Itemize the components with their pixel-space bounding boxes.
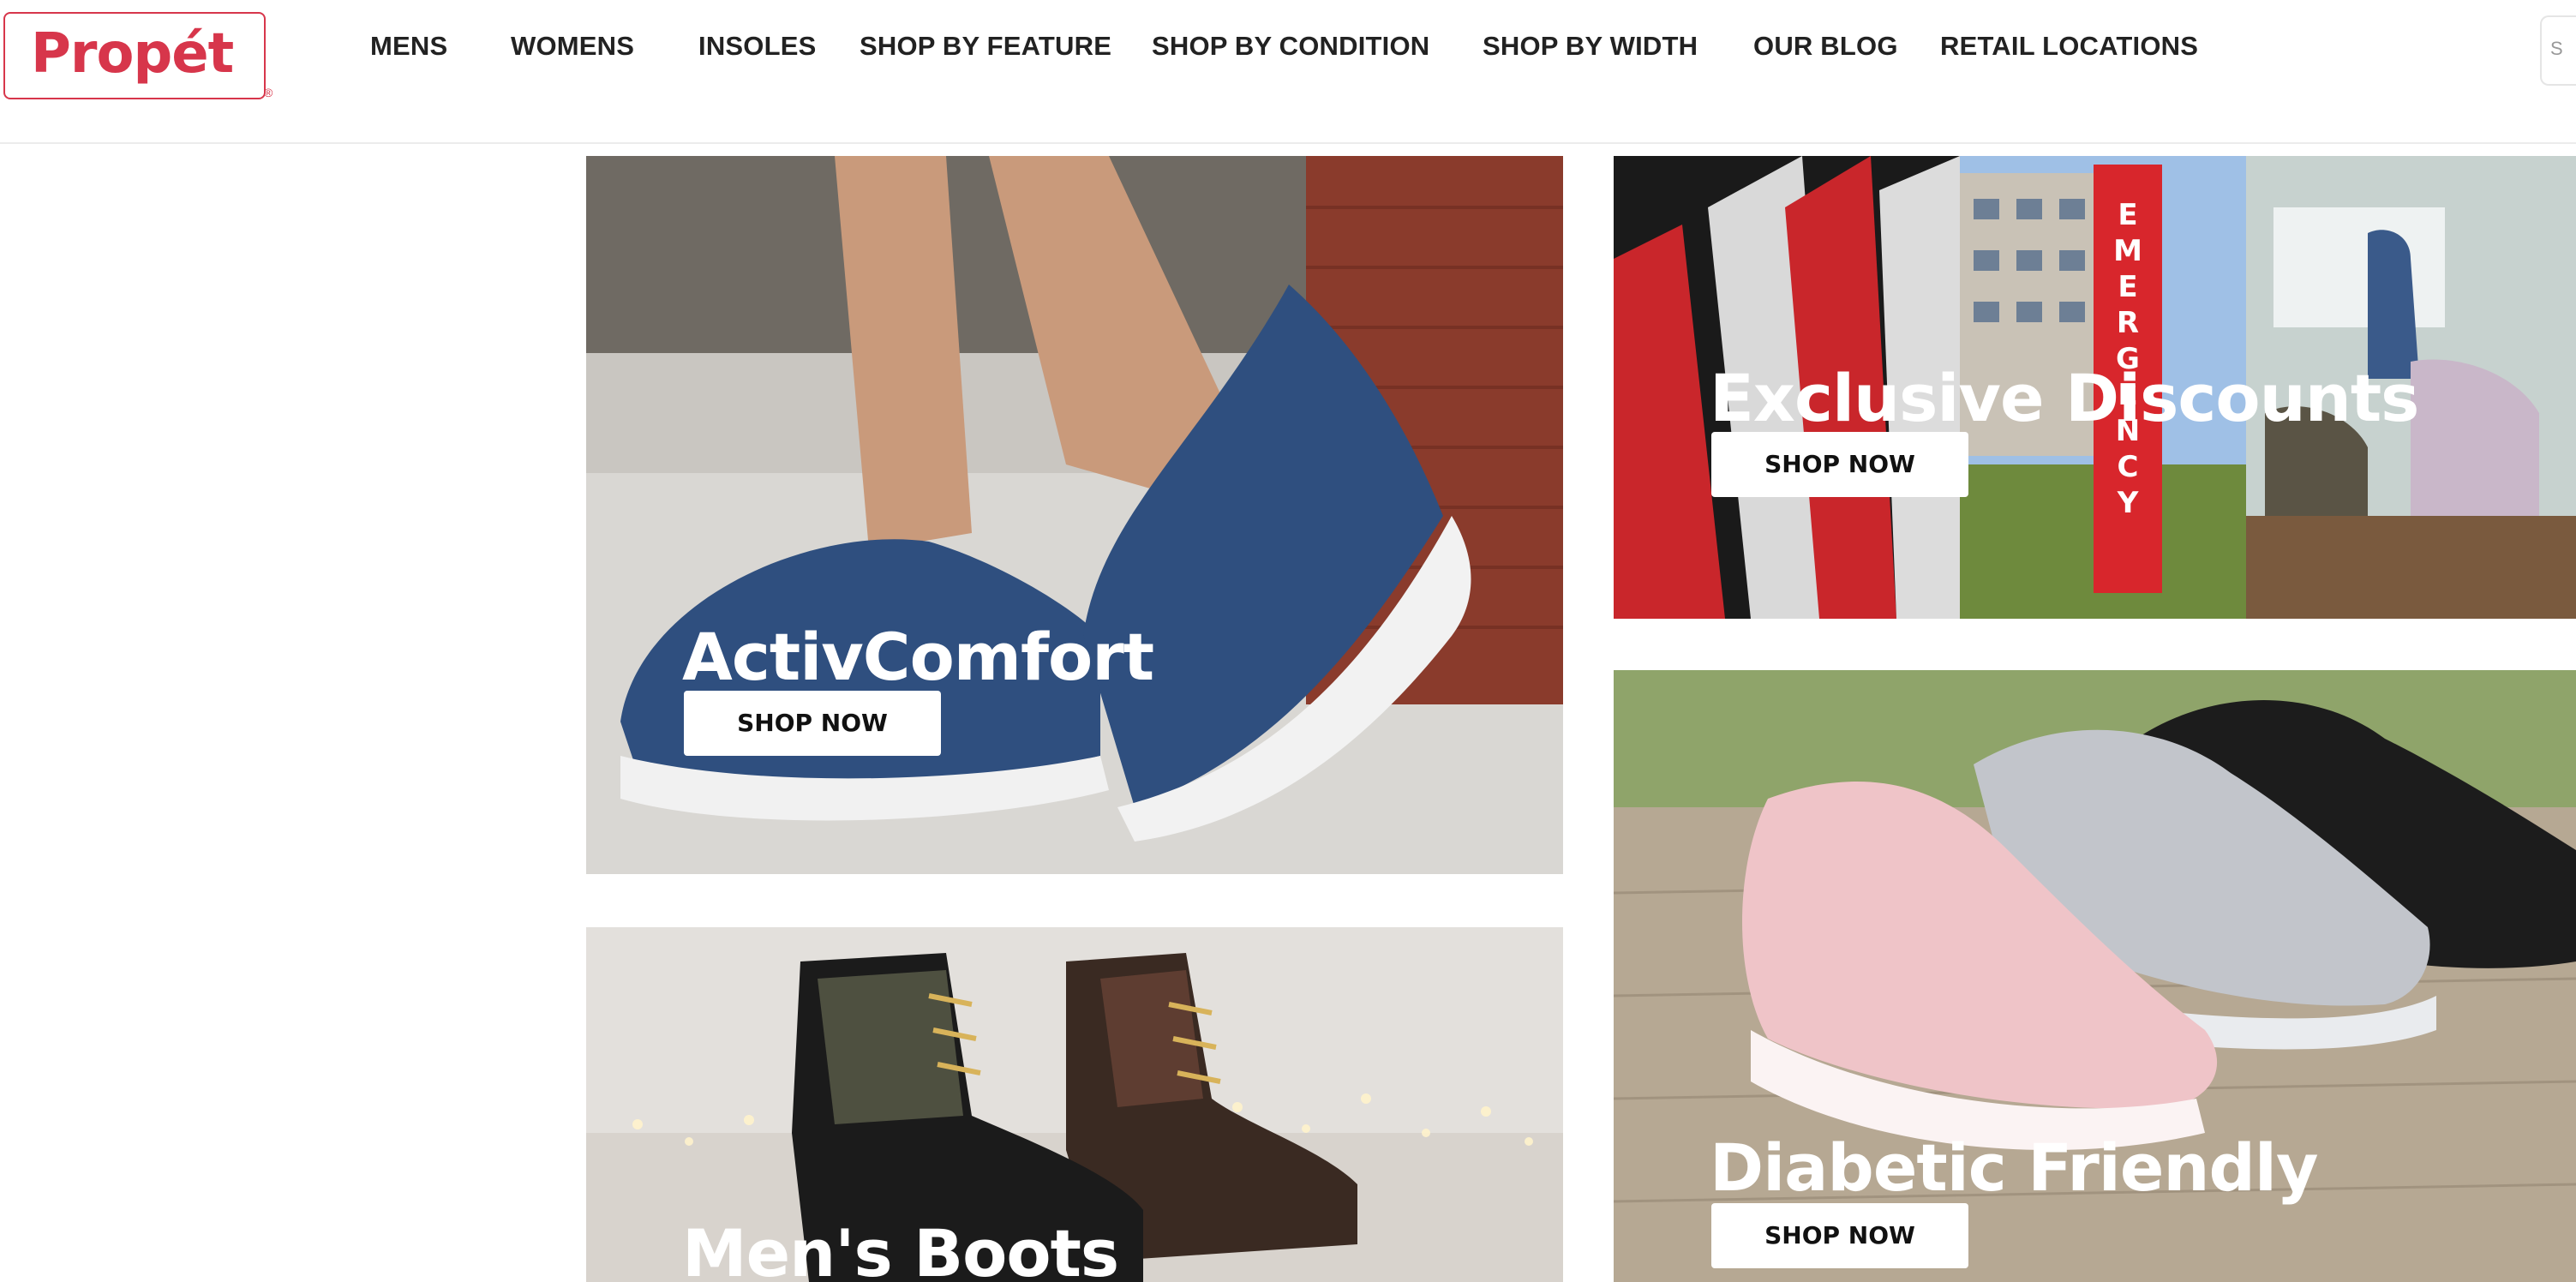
nav-womens[interactable]: WOMENS xyxy=(511,31,634,62)
nav-shop-by-width[interactable]: SHOP BY WIDTH xyxy=(1483,31,1698,62)
registered-mark: ® xyxy=(264,86,273,99)
tile-title-diabetic-friendly: Diabetic Friendly xyxy=(1710,1129,2318,1206)
shop-now-button-exclusive-discounts[interactable]: SHOP NOW xyxy=(1711,432,1968,497)
nav-shop-by-condition[interactable]: SHOP BY CONDITION xyxy=(1152,31,1429,62)
nav-insoles[interactable]: INSOLES xyxy=(698,31,816,62)
tile-exclusive-discounts[interactable]: EMERGENCY Exclusive Discounts SHOP NOW xyxy=(1614,156,2576,619)
search-input-glyph: S xyxy=(2550,38,2563,59)
tile-mens-boots[interactable]: Men's Boots xyxy=(586,927,1563,1282)
sneakers-photo xyxy=(586,156,1563,874)
nav-mens[interactable]: MENS xyxy=(370,31,447,62)
shop-now-button-activcomfort[interactable]: SHOP NOW xyxy=(684,691,941,756)
tile-title-activcomfort: ActivComfort xyxy=(682,619,1154,695)
logo-text: Propét xyxy=(31,22,234,86)
nav-shop-by-feature[interactable]: SHOP BY FEATURE xyxy=(860,31,1111,62)
tile-activcomfort[interactable]: ActivComfort SHOP NOW xyxy=(586,156,1563,874)
propet-logo[interactable]: Propét xyxy=(3,12,266,99)
tile-diabetic-friendly[interactable]: Diabetic Friendly SHOP NOW xyxy=(1614,670,2576,1282)
nav-our-blog[interactable]: OUR BLOG xyxy=(1753,31,1898,62)
tile-title-exclusive-discounts: Exclusive Discounts xyxy=(1710,360,2419,436)
shop-now-button-diabetic-friendly[interactable]: SHOP NOW xyxy=(1711,1203,1968,1268)
tile-title-mens-boots: Men's Boots xyxy=(682,1215,1119,1282)
nav-retail-locations[interactable]: RETAIL LOCATIONS xyxy=(1940,31,2198,62)
search-input[interactable]: S xyxy=(2540,15,2576,86)
emergency-sign-text: EMERGENCY xyxy=(2113,198,2142,520)
site-header: Propét ® MENS WOMENS INSOLES SHOP BY FEA… xyxy=(0,0,2576,144)
